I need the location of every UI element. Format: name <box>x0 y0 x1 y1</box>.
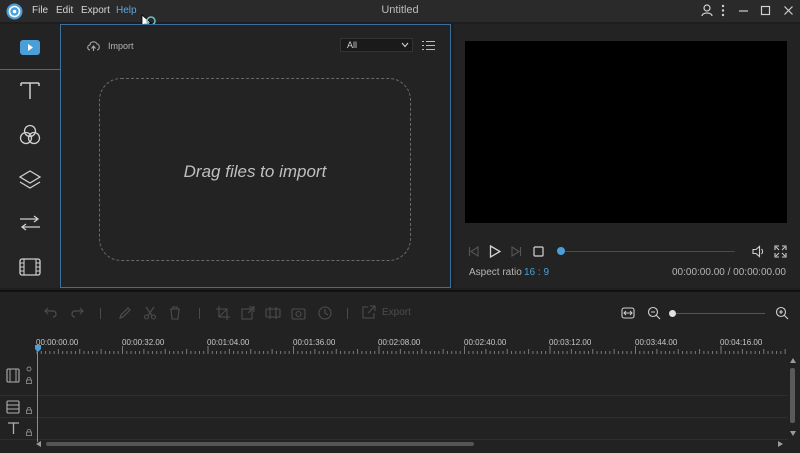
next-frame-icon[interactable] <box>511 246 522 257</box>
drop-zone-text: Drag files to import <box>183 162 327 181</box>
video-track-icon <box>6 368 20 383</box>
edit-pencil-icon[interactable] <box>118 306 132 320</box>
scroll-left-arrow-icon[interactable] <box>36 441 41 447</box>
horizontal-scrollbar[interactable] <box>36 440 786 448</box>
zoom-slider-track[interactable] <box>673 313 765 314</box>
minimize-button[interactable] <box>738 4 749 17</box>
playback-progress-handle[interactable] <box>557 247 565 255</box>
playhead-line[interactable] <box>37 352 38 442</box>
zoom-out-icon[interactable] <box>647 306 661 320</box>
toolbar-divider <box>199 308 200 319</box>
preview-panel: Aspect ratio 16 : 9 00:00:00.00 / 00:00:… <box>454 24 800 288</box>
import-label: Import <box>108 41 134 51</box>
import-button[interactable]: Import <box>87 40 134 52</box>
text-track[interactable] <box>0 418 788 440</box>
scroll-up-arrow-icon[interactable] <box>790 358 796 363</box>
scroll-down-arrow-icon[interactable] <box>790 431 796 436</box>
text-track-icon <box>7 421 20 435</box>
zoom-slider-handle[interactable] <box>669 310 676 317</box>
fit-timeline-icon[interactable] <box>621 307 635 319</box>
filter-value: All <box>347 40 358 50</box>
vertical-scrollbar[interactable] <box>789 358 797 438</box>
ruler-label: 00:00:00.00 <box>36 338 79 347</box>
horizontal-scroll-thumb[interactable] <box>46 442 474 446</box>
filters-icon[interactable] <box>19 124 41 146</box>
rail-divider <box>0 69 61 70</box>
chevron-down-icon <box>401 42 409 48</box>
ruler-label: 00:03:12.00 <box>549 338 592 347</box>
preview-screen <box>465 41 787 223</box>
text-track-lock-icon[interactable] <box>26 429 32 436</box>
ruler-label: 00:03:44.00 <box>635 338 678 347</box>
aspect-ratio-value[interactable]: 16 : 9 <box>524 267 549 278</box>
stop-button[interactable] <box>533 246 544 257</box>
volume-icon[interactable] <box>752 245 766 258</box>
toolbar-divider <box>100 308 101 319</box>
overlay-track-icon <box>6 400 20 414</box>
split-clip-icon[interactable] <box>265 306 281 320</box>
cut-icon[interactable] <box>143 306 157 320</box>
zoom-in-icon[interactable] <box>775 306 789 320</box>
ruler-label: 00:02:40.00 <box>464 338 507 347</box>
redo-icon[interactable] <box>70 306 84 318</box>
tool-rail <box>0 24 61 288</box>
snapshot-icon[interactable] <box>291 306 306 320</box>
video-track-visibility-icon[interactable] <box>26 366 32 372</box>
ruler-label: 00:02:08.00 <box>378 338 421 347</box>
speed-icon[interactable] <box>318 306 332 320</box>
tab-media[interactable] <box>0 24 61 69</box>
title-bar: File Edit Export Help Untitled <box>0 0 800 30</box>
vertical-scroll-thumb[interactable] <box>790 368 795 423</box>
aspect-ratio-label: Aspect ratio <box>469 267 522 278</box>
time-display: 00:00:00.00 / 00:00:00.00 <box>672 267 786 278</box>
timeline-panel: Export 00:00:00.00 00:00:32.00 00:01:04.… <box>0 290 800 453</box>
export-label: Export <box>382 306 411 318</box>
media-icon <box>20 40 40 55</box>
transitions-icon[interactable] <box>18 214 42 232</box>
drop-zone[interactable]: Drag files to import <box>99 78 411 261</box>
play-button[interactable] <box>489 245 501 258</box>
export-button[interactable]: Export <box>362 305 411 319</box>
close-button[interactable] <box>783 4 794 17</box>
ruler-label: 00:01:04.00 <box>207 338 250 347</box>
delete-icon[interactable] <box>168 306 182 320</box>
maximize-button[interactable] <box>760 4 771 17</box>
toolbar-divider <box>347 308 348 319</box>
overlay-track[interactable] <box>0 396 788 418</box>
ruler-label: 00:04:16.00 <box>720 338 763 347</box>
zoom-clip-icon[interactable] <box>241 306 255 320</box>
film-elements-icon[interactable] <box>19 258 41 276</box>
window-title: Untitled <box>381 4 419 16</box>
filter-dropdown[interactable]: All <box>340 38 413 52</box>
video-track-lock-icon[interactable] <box>26 377 32 384</box>
video-track[interactable] <box>0 356 788 396</box>
overlays-icon[interactable] <box>18 169 42 191</box>
account-icon[interactable] <box>701 4 713 17</box>
export-icon <box>362 305 376 319</box>
text-tool-icon[interactable] <box>19 80 41 100</box>
list-view-icon[interactable] <box>422 40 435 51</box>
undo-icon[interactable] <box>44 306 58 318</box>
playback-progress-track[interactable] <box>560 251 735 252</box>
fullscreen-icon[interactable] <box>774 245 787 258</box>
overlay-track-lock-icon[interactable] <box>26 407 32 414</box>
more-options-icon[interactable] <box>721 4 725 17</box>
ruler-label: 00:01:36.00 <box>293 338 336 347</box>
previous-frame-icon[interactable] <box>468 246 479 257</box>
ruler-label: 00:00:32.00 <box>122 338 165 347</box>
media-panel: Import All Drag files to import <box>60 24 451 288</box>
scroll-right-arrow-icon[interactable] <box>778 441 783 447</box>
playhead-handle[interactable] <box>35 345 41 352</box>
crop-icon[interactable] <box>216 306 230 320</box>
import-icon <box>87 40 100 52</box>
